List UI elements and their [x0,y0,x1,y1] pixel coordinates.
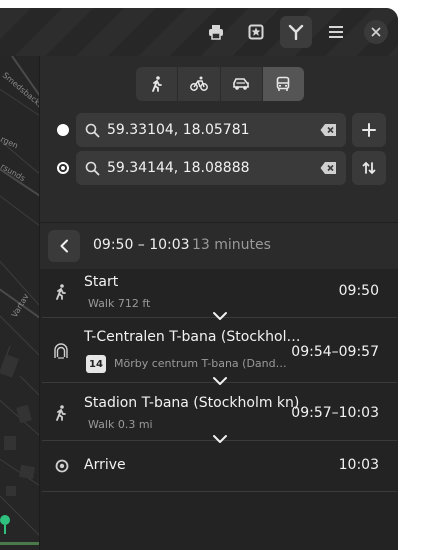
mode-bike-button[interactable] [178,67,221,101]
origin-dot-icon [57,124,69,136]
bicycle-icon [189,76,208,91]
swap-arrows-icon [362,161,376,175]
leg-title: Arrive [84,457,126,473]
leg-title: T-Centralen T-bana (Stockhol… [84,329,301,345]
street-label: rsunds [0,162,27,183]
route-summary: 09:50 – 10:03 13 minutes [40,223,398,269]
route-sidebar: 09:50 – 10:03 13 minutes Start Walk 712 … [39,56,398,550]
destination-row [40,151,398,185]
pedestrian-icon [151,76,162,92]
leg-time: 09:57–10:03 [291,405,379,421]
street-label: Vartav [10,292,31,319]
favorites-button[interactable] [240,16,272,48]
print-button[interactable] [200,16,232,48]
leg-row-transit[interactable]: T-Centralen T-bana (Stockhol… 14 Mörby c… [42,318,397,385]
leg-subtitle: Walk 0.3 mi [88,418,153,431]
clear-text-icon[interactable] [320,123,337,137]
mode-transit-button[interactable] [262,67,304,101]
close-button[interactable] [364,20,388,44]
pedestrian-icon [56,405,66,421]
app-window: Smedsbacks rgen rsunds Vartav 59.33104, … [0,8,398,550]
itinerary-list: Start Walk 712 ft 09:50 T-Centralen T-ba… [40,269,398,550]
route-icon [288,24,304,40]
subway-icon [54,343,68,359]
destination-entry [76,151,346,185]
swap-locations-button[interactable] [352,151,386,185]
add-destination-button[interactable] [352,113,386,147]
map-view[interactable]: Smedsbacks rgen rsunds Vartav [0,56,39,550]
leg-title: Start [84,274,119,290]
back-button[interactable] [48,230,80,262]
leg-time: 10:03 [338,457,379,473]
leg-time: 09:50 [338,283,379,299]
mode-car-button[interactable] [221,67,263,101]
chevron-left-icon [60,239,68,253]
search-icon [85,161,100,175]
origin-row [40,113,398,147]
destination-input[interactable] [107,160,317,176]
line-badge: 14 [86,355,106,373]
leg-row-start[interactable]: Start Walk 712 ft 09:50 [42,269,397,320]
destination-icon [55,459,69,473]
route-duration: 13 minutes [192,237,271,253]
leg-row-arrive[interactable]: Arrive 10:03 [42,441,397,492]
mode-walk-button[interactable] [136,67,179,101]
clear-text-icon[interactable] [320,161,337,175]
street-label: Smedsbacks [1,71,39,110]
origin-input[interactable] [107,122,317,138]
bus-icon [277,76,290,91]
header-bar [0,8,398,56]
transport-mode-selector [136,67,304,101]
leg-subtitle: Walk 712 ft [88,297,151,310]
search-icon [85,123,100,137]
bookmark-star-icon [248,24,264,40]
location-pin-icon[interactable] [0,515,10,525]
printer-icon [209,25,223,40]
origin-entry [76,113,346,147]
leg-row-walk[interactable]: Stadion T-bana (Stockholm kn) Walk 0.3 m… [42,383,397,443]
main-menu-button[interactable] [320,16,352,48]
leg-title: Stadion T-bana (Stockholm kn) [84,395,300,411]
plus-icon [362,123,376,137]
route-time-range: 09:50 – 10:03 [93,237,190,253]
car-icon [233,78,249,90]
route-planner-button[interactable] [280,16,312,48]
hamburger-menu-icon [329,26,343,38]
close-icon [371,27,381,37]
destination-dot-icon [57,162,69,174]
pedestrian-icon [56,284,66,300]
leg-subtitle: Mörby centrum T-bana (Dand… [114,357,287,370]
leg-time: 09:54–09:57 [291,344,379,360]
